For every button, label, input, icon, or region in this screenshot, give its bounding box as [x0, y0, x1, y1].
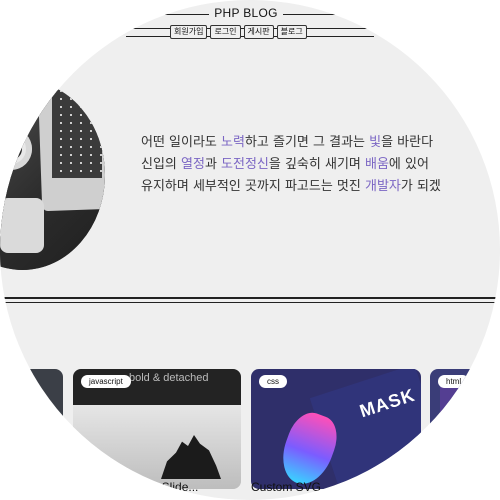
- section-divider: [0, 302, 500, 303]
- nav-login[interactable]: 로그인: [210, 25, 241, 39]
- card-title[interactable]: lling Slide...: [137, 480, 198, 494]
- nav-signup[interactable]: 회원가입: [170, 25, 208, 39]
- coffee: [0, 138, 22, 160]
- highlight-word: 도전정신: [221, 157, 269, 172]
- blog-card[interactable]: [0, 369, 63, 489]
- intro-text: 하고 즐기면 그 결과는: [244, 135, 370, 150]
- category-tag[interactable]: javascript: [81, 375, 131, 388]
- main-nav: 회원가입 로그인 게시판 블로그: [170, 25, 307, 39]
- intro-text: 을 바란다: [381, 135, 434, 150]
- intro-text: 신입의: [141, 157, 182, 172]
- brand-rule-right: [283, 14, 337, 15]
- site-logo[interactable]: PHP BLOG: [209, 6, 283, 20]
- intro-line-1: 어떤 일이라도 노력하고 즐기면 그 결과는 빛을 바란다: [141, 132, 500, 154]
- site-header: PHP BLOG 회원가입 로그인 게시판 블로그: [0, 0, 500, 40]
- highlight-word: 개발자: [364, 179, 401, 194]
- intro-text: 어떤 일이라도: [141, 135, 222, 150]
- intro-line-2: 신입의 열정과 도전정신을 깊숙히 새기며 배움에 있어: [141, 154, 500, 176]
- mouse: [0, 198, 44, 253]
- intro-line-3: 유지하며 세부적인 곳까지 파고드는 멋진 개발자가 되겠: [141, 176, 500, 198]
- intro-text: 가 되겠: [400, 179, 441, 194]
- nav-blog[interactable]: 블로그: [276, 25, 307, 39]
- blog-card[interactable]: html: [430, 369, 500, 489]
- category-tag[interactable]: css: [259, 375, 287, 388]
- section-divider: [0, 297, 500, 299]
- page-viewport: PHP BLOG 회원가입 로그인 게시판 블로그 어떤 일이라도 노력하고 즐…: [0, 0, 500, 500]
- intro-text: 과: [204, 157, 222, 172]
- hero-intro-text: 어떤 일이라도 노력하고 즐기면 그 결과는 빛을 바란다 신입의 열정과 도전…: [141, 132, 500, 198]
- blog-card[interactable]: bold & detached javascript: [73, 369, 241, 489]
- highlight-word: 노력: [221, 135, 245, 150]
- intro-text: 을 깊숙히 새기며: [268, 157, 365, 172]
- highlight-word: 빛: [369, 135, 382, 150]
- blog-card[interactable]: MASK css: [251, 369, 421, 489]
- highlight-word: 열정: [181, 157, 205, 172]
- keyboard: [52, 88, 102, 178]
- card-title[interactable]: Custom SVG: [251, 480, 321, 494]
- highlight-word: 배움: [365, 157, 389, 172]
- nav-board[interactable]: 게시판: [243, 25, 274, 39]
- brand-rule-left: [161, 14, 209, 15]
- intro-text: 유지하며 세부적인 곳까지 파고드는 멋진: [141, 179, 365, 194]
- intro-text: 에 있어: [388, 157, 429, 172]
- category-tag[interactable]: html: [438, 375, 470, 388]
- hero-photo: [0, 80, 105, 270]
- thumbnail-panel: [440, 387, 500, 467]
- thumbnail-text: bold & detached: [129, 372, 209, 384]
